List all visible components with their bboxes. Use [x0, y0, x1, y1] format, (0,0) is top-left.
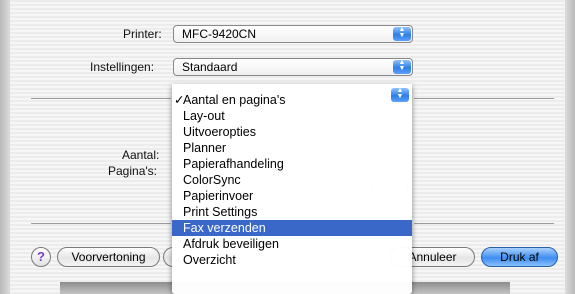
menu-item-send-fax[interactable]: Fax verzenden: [172, 220, 412, 236]
preview-button[interactable]: Voorvertoning: [57, 247, 160, 267]
pages-label: Pagina's:: [108, 164, 157, 178]
menu-item-secure-print[interactable]: Afdruk beveiligen: [172, 236, 412, 252]
printer-label: Printer:: [123, 27, 162, 41]
separator-line: [31, 223, 171, 224]
menu-item-summary[interactable]: Overzicht: [172, 252, 412, 268]
help-button[interactable]: ?: [31, 247, 51, 267]
settings-label: Instellingen:: [90, 60, 155, 74]
window-edge-right: [565, 0, 575, 294]
separator-line: [414, 98, 554, 99]
copies-label: Aantal:: [122, 148, 160, 162]
print-button[interactable]: Druk af: [481, 247, 558, 267]
popup-arrows-icon: ▲ ▼: [393, 59, 411, 74]
popup-arrows-icon: ▲ ▼: [393, 26, 411, 41]
menu-item-colorsync[interactable]: ColorSync: [172, 172, 412, 188]
menu-item-output-options[interactable]: Uitvoeropties: [172, 124, 412, 140]
window-edge-left: [0, 0, 10, 294]
settings-popup[interactable]: Standaard ▲ ▼: [173, 58, 413, 76]
panel-dropdown-menu[interactable]: ✓ Aantal en pagina's Lay-out Uitvoeropti…: [172, 84, 412, 294]
popup-arrows-icon: ▲ ▼: [391, 87, 409, 102]
printer-value: MFC-9420CN: [182, 27, 257, 41]
menu-item-scheduler[interactable]: Planner: [172, 140, 412, 156]
checkmark-icon: ✓: [174, 93, 185, 107]
menu-item-paper-feed[interactable]: Papierinvoer: [172, 188, 412, 204]
menu-item-print-settings[interactable]: Print Settings: [172, 204, 412, 220]
separator-line: [414, 223, 554, 224]
settings-value: Standaard: [182, 60, 238, 74]
menu-item-copies-pages[interactable]: ✓ Aantal en pagina's: [172, 92, 412, 108]
menu-item-paper-handling[interactable]: Papierafhandeling: [172, 156, 412, 172]
menu-item-layout[interactable]: Lay-out: [172, 108, 412, 124]
printer-popup[interactable]: MFC-9420CN ▲ ▼: [173, 25, 413, 43]
separator-line: [31, 98, 171, 99]
